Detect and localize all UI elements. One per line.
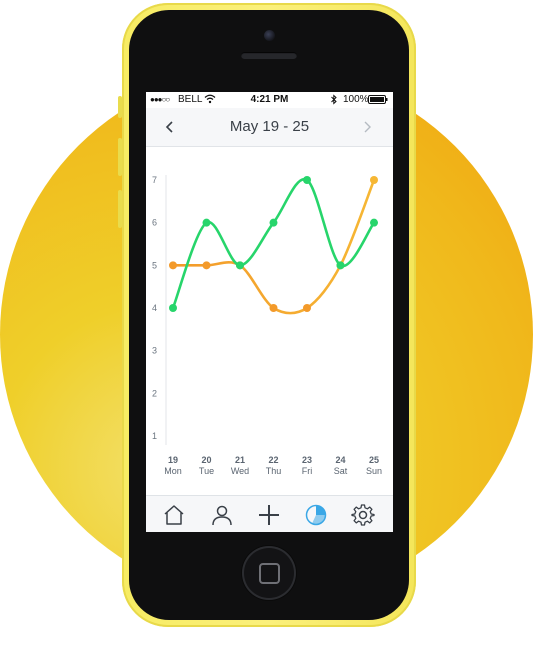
x-tick-day: 24 xyxy=(335,455,345,465)
x-tick-weekday: Mon xyxy=(164,466,182,476)
x-tick-weekday: Wed xyxy=(231,466,249,476)
x-tick-day: 19 xyxy=(168,455,178,465)
chart-series xyxy=(169,176,378,315)
earpiece-speaker xyxy=(241,52,297,59)
y-tick-label: 3 xyxy=(152,346,157,356)
gear-icon[interactable] xyxy=(351,503,375,527)
x-tick-weekday: Fri xyxy=(302,466,313,476)
navigation-bar: May 19 - 25 xyxy=(146,108,393,147)
stage: ●●●○○ BELL 4:21 PM 100% May 19 - 25 1 2 … xyxy=(0,0,533,653)
data-point-green[interactable] xyxy=(336,261,345,270)
pie-chart-icon[interactable] xyxy=(304,503,328,527)
battery-icon xyxy=(368,95,388,104)
tab-bar xyxy=(146,495,393,532)
x-tick-weekday: Tue xyxy=(199,466,214,476)
x-tick-day: 22 xyxy=(268,455,278,465)
app-screen: ●●●○○ BELL 4:21 PM 100% May 19 - 25 1 2 … xyxy=(146,92,393,532)
chevron-right-icon[interactable] xyxy=(360,119,374,135)
data-point-orange[interactable] xyxy=(202,261,211,270)
y-tick-label: 6 xyxy=(152,218,157,228)
user-icon[interactable] xyxy=(210,503,234,527)
x-tick-day: 23 xyxy=(302,455,312,465)
data-point-green[interactable] xyxy=(370,218,378,227)
home-icon[interactable] xyxy=(162,503,186,527)
bluetooth-icon xyxy=(331,94,337,105)
data-point-orange[interactable] xyxy=(269,304,278,312)
data-point-green[interactable] xyxy=(303,176,311,184)
home-button-square-icon xyxy=(259,563,280,584)
date-range-title: May 19 - 25 xyxy=(229,118,310,135)
y-tick-label: 2 xyxy=(152,388,157,398)
battery-percentage: 100% xyxy=(343,94,369,105)
x-tick-weekday: Thu xyxy=(266,466,282,476)
y-tick-label: 1 xyxy=(152,431,157,441)
data-point-orange[interactable] xyxy=(169,261,177,270)
series-line-orange xyxy=(171,178,376,315)
y-tick-label: 5 xyxy=(152,260,157,270)
y-axis-ticks: 1 2 3 4 5 6 7 xyxy=(152,175,157,441)
data-point-green[interactable] xyxy=(269,218,278,227)
x-tick-day: 20 xyxy=(201,455,211,465)
data-point-orange[interactable] xyxy=(370,176,378,184)
x-tick-day: 21 xyxy=(235,455,245,465)
front-camera xyxy=(264,30,275,41)
data-point-green[interactable] xyxy=(202,218,211,227)
x-tick-weekday: Sat xyxy=(334,466,348,476)
series-line-green xyxy=(171,177,376,310)
data-point-orange[interactable] xyxy=(303,304,311,312)
x-tick-day: 25 xyxy=(369,455,379,465)
line-chart: 1234567 19Mon20Tue21Wed22Thu23Fri24Sat25… xyxy=(152,175,382,476)
home-button[interactable] xyxy=(242,546,296,600)
y-tick-label: 7 xyxy=(152,175,157,185)
x-tick-weekday: Sun xyxy=(366,466,382,476)
data-point-green[interactable] xyxy=(169,304,177,312)
x-axis-ticks: 19Mon 20Tue 21Wed 22Thu 23Fri 24Sat 25Sun xyxy=(164,455,382,476)
plus-icon[interactable] xyxy=(257,503,281,527)
status-bar: ●●●○○ BELL 4:21 PM 100% xyxy=(146,92,393,108)
data-point-green[interactable] xyxy=(236,261,244,270)
y-tick-label: 4 xyxy=(152,303,157,313)
